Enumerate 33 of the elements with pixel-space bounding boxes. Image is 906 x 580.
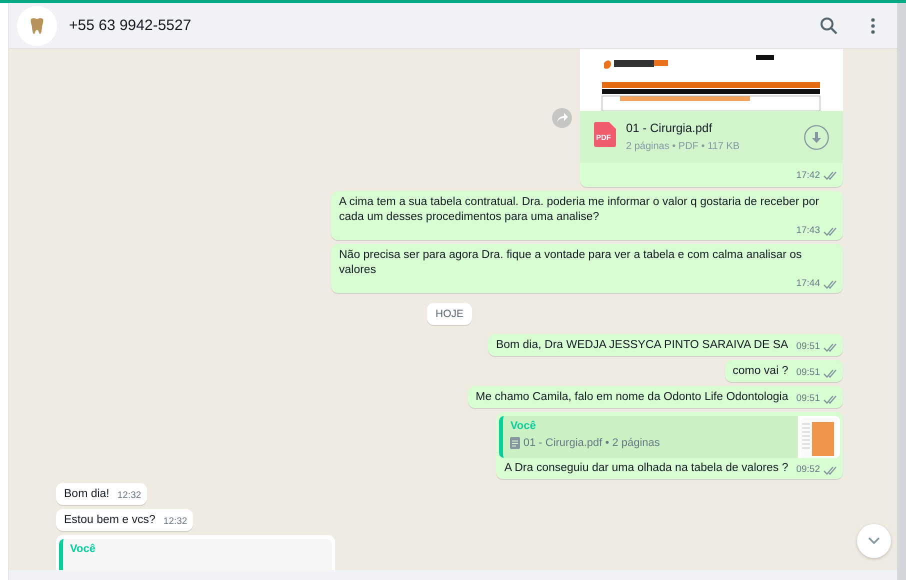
message-time: 09:51 — [796, 393, 820, 405]
file-name: 01 - Cirurgia.pdf — [626, 120, 714, 136]
message-time: 09:51 — [796, 341, 820, 353]
message-time: 12:32 — [117, 490, 142, 502]
message-text: A Dra conseguiu dar uma olhada na tabela de valores ? — [504, 461, 788, 476]
file-details: 2 páginas • PDF • 117 KB — [626, 140, 741, 154]
quote-author: Você — [510, 419, 537, 433]
message-text: Estou bem e vcs? — [64, 513, 156, 528]
message-text: Me chamo Camila, falo em nome da Odonto Life Odontologia — [476, 390, 788, 405]
message-text: como vai ? — [732, 364, 788, 379]
message-time: 09:52 — [796, 464, 820, 476]
message-time: 09:51 — [796, 367, 820, 379]
message-text: Não precisa ser para agora Dra. fique a vontade para ver a tabela e com calma analisar os valores — [339, 248, 803, 278]
forward-icon[interactable] — [552, 108, 572, 128]
pdf-thumbnail-drawing — [798, 416, 840, 458]
message-time: 17:44 — [796, 278, 820, 290]
message-time: 17:43 — [796, 225, 820, 237]
message-text: Bom dia, Dra WEDJA JESSYCA PINTO SARAIVA DE SA — [496, 338, 788, 353]
message-time: 17:42 — [796, 169, 820, 183]
message-time: 12:32 — [163, 516, 188, 528]
scroll-down-button[interactable] — [857, 524, 891, 558]
quoted-message[interactable]: Você 01 - Cirurgia.pdf • 2 páginas — [499, 416, 840, 458]
contact-phone-number: +55 63 9942-5527 — [69, 17, 192, 34]
download-icon[interactable] — [804, 124, 829, 150]
document-icon — [510, 437, 520, 449]
date-divider: HOJE — [427, 303, 472, 325]
message-text: Bom dia! — [64, 487, 110, 502]
message-text: A cima tem a sua tabela contratual. Dra. poderia me informar o valor q gostaria de receber por cada um desses procedimentos para uma analise? — [339, 195, 820, 225]
chevron-down-icon — [868, 537, 880, 545]
contact-avatar[interactable] — [17, 6, 57, 46]
quote-text: 01 - Cirurgia.pdf • 2 páginas — [523, 436, 660, 450]
scrollbar[interactable] — [897, 3, 906, 580]
quote-author: Você — [70, 542, 96, 556]
